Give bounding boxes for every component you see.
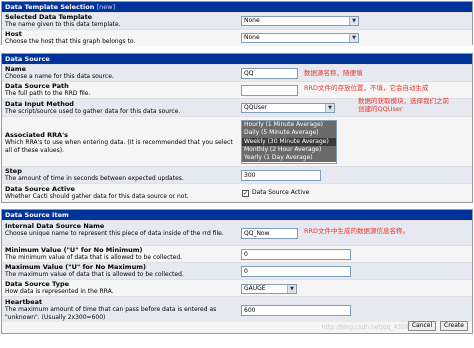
chevron-down-icon: ▼ xyxy=(325,104,334,112)
input-method-note-line2: 创建的QQUser xyxy=(358,105,403,113)
type-desc: How data is represented in the RRA. xyxy=(5,288,114,295)
selected-template-select[interactable]: None ▼ xyxy=(241,16,359,26)
internal-name-desc: Choose unique name to represent this pie… xyxy=(5,230,224,237)
heartbeat-desc: The maximum amount of time that can pass… xyxy=(5,306,217,321)
selected-template-desc: The name given to this data template. xyxy=(5,21,121,28)
active-desc: Whether Cacti should gather data for thi… xyxy=(5,193,189,200)
rra-option-weekly[interactable]: Weekly (30 Minute Average) xyxy=(242,137,336,146)
cancel-button[interactable]: Cancel xyxy=(408,321,436,331)
selected-template-label: Selected Data Template xyxy=(5,13,93,21)
rra-option-hourly[interactable]: Hourly (1 Minute Average) xyxy=(242,121,336,130)
heartbeat-label: Heartbeat xyxy=(5,298,43,306)
host-label: Host xyxy=(5,30,22,38)
step-label: Step xyxy=(5,167,22,175)
type-value: GAUGE xyxy=(244,285,266,292)
input-method-label: Data Input Method xyxy=(5,100,74,108)
chevron-down-icon: ▼ xyxy=(349,34,358,42)
item-panel: Data Source Item Internal Data Source Na… xyxy=(1,209,473,334)
rra-option-monthly[interactable]: Monthly (2 Hour Average) xyxy=(242,145,336,155)
create-button[interactable]: Create xyxy=(440,321,468,331)
name-note: 数据源名称，随便填 xyxy=(304,69,363,77)
heartbeat-row: Heartbeat The maximum amount of time tha… xyxy=(2,296,472,322)
template-panel-title: Data Template Selection xyxy=(5,3,95,11)
chevron-down-icon: ▼ xyxy=(349,17,358,25)
name-label: Name xyxy=(5,65,27,73)
input-method-note-line1: 数据的获取模块，选择我们之前 xyxy=(358,97,449,105)
step-input[interactable]: 300 xyxy=(241,170,321,181)
max-input[interactable]: 0 xyxy=(241,266,351,277)
rra-option-daily[interactable]: Daily (5 Minute Average) xyxy=(242,129,336,138)
template-panel: Data Template Selection [new] Selected D… xyxy=(1,1,473,46)
path-note: RRD文件的存放位置，不填，它会自动生成 xyxy=(304,84,429,92)
rras-listbox[interactable]: Hourly (1 Minute Average) Daily (5 Minut… xyxy=(241,120,337,164)
min-row: Minimum Value ("U" for No Minimum) The m… xyxy=(2,245,472,262)
rras-label: Associated RRA's xyxy=(5,131,69,139)
name-row: Name Choose a name for this data source.… xyxy=(2,64,472,81)
type-row: Data Source Type How data is represented… xyxy=(2,279,472,296)
input-method-value: QQUser xyxy=(244,104,268,111)
max-label: Maximum Value ("U" for No Maximum) xyxy=(5,263,146,271)
type-select[interactable]: GAUGE ▼ xyxy=(241,284,297,294)
path-label: Data Source Path xyxy=(5,82,69,90)
heartbeat-input[interactable]: 600 xyxy=(241,305,351,316)
type-label: Data Source Type xyxy=(5,280,70,288)
input-method-row: Data Input Method The script/source used… xyxy=(2,97,472,116)
active-row: Data Source Active Whether Cacti should … xyxy=(2,183,472,202)
rras-row: Associated RRA's Which RRA's to use when… xyxy=(2,116,472,166)
host-value: None xyxy=(244,34,260,41)
source-panel: Data Source Name Choose a name for this … xyxy=(1,53,473,203)
min-input[interactable]: 0 xyxy=(241,249,351,260)
item-panel-header: Data Source Item xyxy=(2,210,472,220)
active-checkbox-label: Data Source Active xyxy=(252,189,310,196)
input-method-select[interactable]: QQUser ▼ xyxy=(241,103,335,113)
active-label: Data Source Active xyxy=(5,185,75,193)
selected-template-value: None xyxy=(244,17,260,24)
path-input[interactable] xyxy=(241,85,298,96)
path-row: Data Source Path The full path to the RR… xyxy=(2,81,472,98)
min-desc: The minimum value of data that is allowe… xyxy=(5,254,183,261)
rra-option-yearly[interactable]: Yearly (1 Day Average) xyxy=(242,154,336,163)
source-panel-title: Data Source xyxy=(5,55,50,63)
item-panel-title: Data Source Item xyxy=(5,211,69,219)
min-label: Minimum Value ("U" for No Minimum) xyxy=(5,246,143,254)
path-desc: The full path to the RRD file. xyxy=(5,90,91,97)
host-select[interactable]: None ▼ xyxy=(241,33,359,43)
max-desc: The maximum value of data that is allowe… xyxy=(5,271,184,278)
max-row: Maximum Value ("U" for No Maximum) The m… xyxy=(2,262,472,279)
name-input[interactable]: QQ xyxy=(241,68,298,79)
input-method-desc: The script/source used to gather data fo… xyxy=(5,108,181,115)
new-template-link[interactable]: [new] xyxy=(97,3,116,11)
internal-name-label: Internal Data Source Name xyxy=(5,222,105,230)
name-desc: Choose a name for this data source. xyxy=(5,73,114,80)
step-desc: The amount of time in seconds between ex… xyxy=(5,175,184,182)
step-row: Step The amount of time in seconds betwe… xyxy=(2,166,472,183)
selected-template-row: Selected Data Template The name given to… xyxy=(2,12,472,29)
template-panel-header: Data Template Selection [new] xyxy=(2,2,472,12)
active-checkbox[interactable]: ✓ xyxy=(242,190,249,197)
internal-name-note: RRD文件中生成的数据源信息名称。 xyxy=(304,227,410,235)
internal-name-input[interactable]: QQ_Now xyxy=(241,228,298,239)
host-desc: Choose the host that this graph belongs … xyxy=(5,38,136,45)
rras-desc: Which RRA's to use when entering data. (… xyxy=(5,139,233,154)
source-panel-header: Data Source xyxy=(2,54,472,64)
host-row: Host Choose the host that this graph bel… xyxy=(2,29,472,46)
internal-name-row: Internal Data Source Name Choose unique … xyxy=(2,220,472,245)
chevron-down-icon: ▼ xyxy=(287,285,296,293)
